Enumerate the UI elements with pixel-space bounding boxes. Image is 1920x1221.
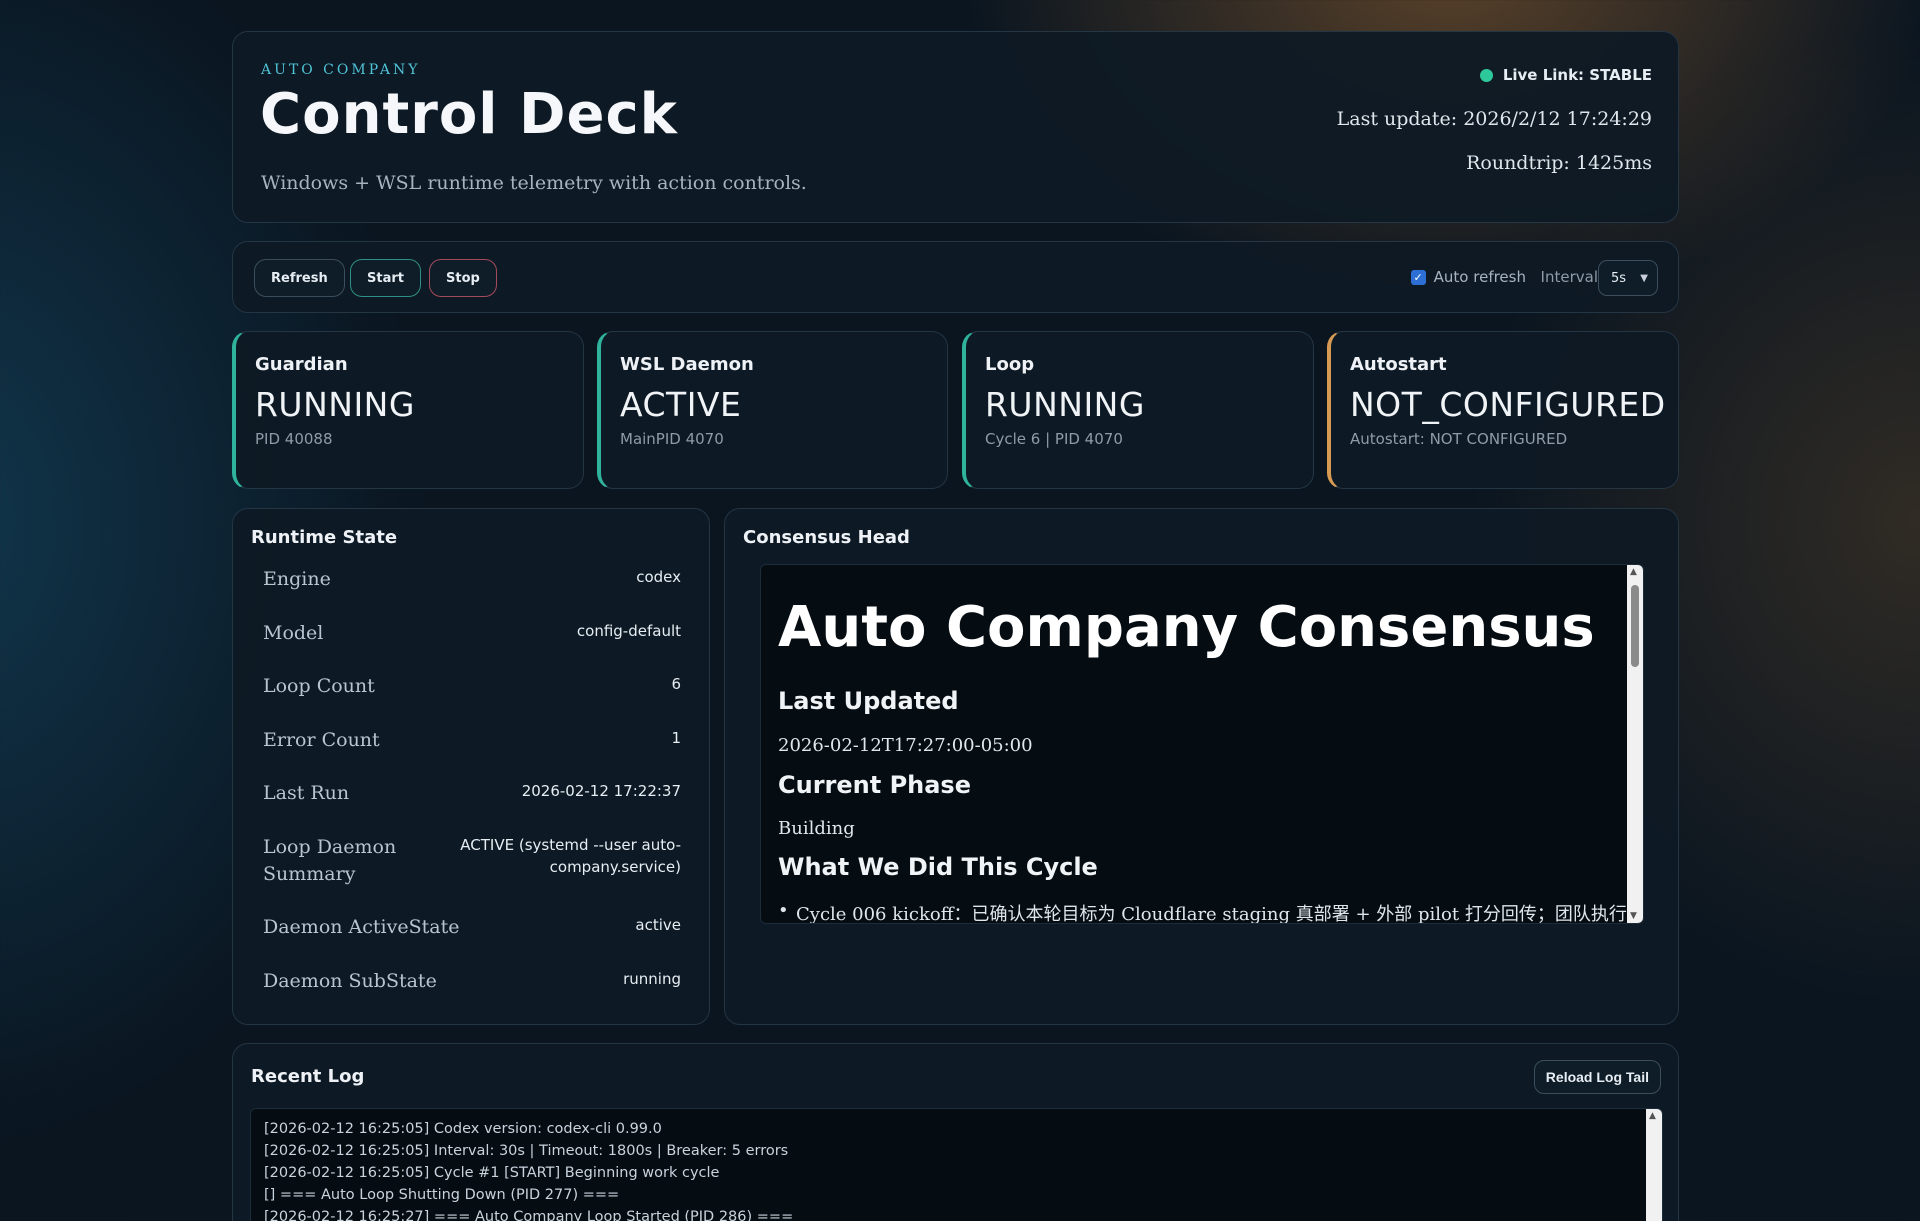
live-link-status: Live Link: STABLE: [1479, 66, 1652, 84]
wsl-daemon-status-card: WSL Daemon ACTIVE MainPID 4070: [597, 331, 948, 489]
start-button[interactable]: Start: [350, 259, 421, 297]
row-label: Engine: [263, 568, 331, 590]
header-panel: AUTO COMPANY Control Deck Windows + WSL …: [232, 31, 1679, 223]
consensus-document-viewer[interactable]: Auto Company Consensus Last Updated 2026…: [760, 564, 1644, 924]
last-updated-value: 2026-02-12T17:27:00-05:00: [778, 735, 1033, 756]
scroll-thumb[interactable]: [1631, 585, 1639, 667]
interval-label: Interval: [1540, 268, 1598, 286]
runtime-row-loop-count: Loop Count 6: [245, 673, 699, 700]
interval-select[interactable]: 5s ▼: [1598, 260, 1658, 296]
interval-value: 5s: [1611, 270, 1627, 286]
consensus-heading: Auto Company Consensus: [778, 595, 1595, 660]
status-dot-icon: [1479, 68, 1493, 82]
auto-refresh-checkbox[interactable]: ✓: [1410, 269, 1426, 285]
page-title: Control Deck: [260, 82, 678, 147]
last-update-text: Last update: 2026/2/12 17:24:29: [1336, 108, 1652, 130]
card-value: ACTIVE: [620, 385, 742, 424]
recent-log-panel: Recent Log Reload Log Tail [2026-02-12 1…: [232, 1043, 1679, 1221]
live-link-label: Live Link: STABLE: [1502, 66, 1652, 84]
panel-title: Recent Log: [251, 1066, 365, 1087]
scroll-up-icon[interactable]: ▲: [1630, 567, 1637, 577]
card-subtext: Cycle 6 | PID 4070: [985, 430, 1123, 448]
row-label: Last Run: [263, 782, 350, 804]
runtime-row-daemon-substate: Daemon SubState running: [245, 968, 699, 995]
stop-button[interactable]: Stop: [429, 259, 497, 297]
reload-log-tail-button[interactable]: Reload Log Tail: [1533, 1060, 1661, 1094]
runtime-state-panel: Runtime State Engine codex Model config-…: [232, 508, 710, 1025]
log-line: [2026-02-12 16:25:27] === Auto Company L…: [264, 1209, 794, 1221]
card-title: Autostart: [1350, 354, 1447, 375]
log-line: [2026-02-12 16:25:05] Codex version: cod…: [264, 1121, 662, 1137]
row-value: 6: [671, 675, 681, 693]
row-label: Loop Daemon Summary: [263, 836, 397, 885]
runtime-row-error-count: Error Count 1: [245, 727, 699, 754]
brand-label: AUTO COMPANY: [261, 62, 421, 78]
row-value: running: [623, 970, 681, 988]
runtime-row-loop-daemon-summary: Loop Daemon Summary ACTIVE (systemd --us…: [245, 834, 699, 888]
card-title: Guardian: [255, 354, 348, 375]
row-label: Model: [263, 622, 324, 644]
row-value: ACTIVE (systemd --user auto-company.serv…: [460, 836, 681, 876]
row-value: active: [635, 916, 681, 934]
row-label: Loop Count: [263, 675, 375, 697]
roundtrip-text: Roundtrip: 1425ms: [1466, 152, 1652, 174]
runtime-row-model: Model config-default: [245, 620, 699, 647]
log-scrollbar[interactable]: ▲: [1646, 1109, 1662, 1221]
consensus-head-panel: Consensus Head Auto Company Consensus La…: [724, 508, 1679, 1025]
cycle-list-item: Cycle 006 kickoff：已确认本轮目标为 Cloudflare st…: [778, 900, 1627, 923]
runtime-row-last-run: Last Run 2026-02-12 17:22:37: [245, 780, 699, 807]
row-value: config-default: [576, 622, 681, 640]
log-line: [2026-02-12 16:25:05] Cycle #1 [START] B…: [264, 1165, 720, 1181]
auto-refresh-label: Auto refresh: [1433, 268, 1526, 286]
card-subtext: Autostart: NOT CONFIGURED: [1350, 430, 1568, 448]
log-line: [2026-02-12 16:25:05] Interval: 30s | Ti…: [264, 1143, 789, 1159]
autostart-status-card: Autostart NOT_CONFIGURED Autostart: NOT …: [1327, 331, 1679, 489]
scroll-down-icon[interactable]: ▼: [1630, 911, 1637, 921]
row-label: Daemon ActiveState: [263, 916, 460, 938]
panel-title: Runtime State: [251, 527, 398, 548]
consensus-scrollbar[interactable]: ▲ ▼: [1627, 565, 1643, 923]
scroll-up-icon[interactable]: ▲: [1649, 1111, 1656, 1121]
card-value: NOT_CONFIGURED: [1350, 385, 1666, 424]
panel-title: Consensus Head: [743, 527, 910, 548]
runtime-row-engine: Engine codex: [245, 566, 699, 593]
page-subtitle: Windows + WSL runtime telemetry with act…: [261, 172, 807, 194]
log-viewer[interactable]: [2026-02-12 16:25:05] Codex version: cod…: [250, 1108, 1663, 1221]
guardian-status-card: Guardian RUNNING PID 40088: [232, 331, 584, 489]
log-line: [] === Auto Loop Shutting Down (PID 277)…: [264, 1187, 620, 1203]
row-value: codex: [636, 568, 681, 586]
row-label: Daemon SubState: [263, 970, 437, 992]
card-subtext: PID 40088: [255, 430, 333, 448]
current-phase-heading: Current Phase: [778, 771, 971, 799]
row-label: Error Count: [263, 729, 380, 751]
cycle-heading: What We Did This Cycle: [778, 853, 1098, 881]
row-value: 1: [671, 729, 681, 747]
refresh-button[interactable]: Refresh: [254, 259, 345, 297]
row-value: 2026-02-12 17:22:37: [521, 782, 681, 800]
card-value: RUNNING: [255, 385, 415, 424]
card-title: WSL Daemon: [620, 354, 754, 375]
current-phase-value: Building: [778, 818, 855, 839]
chevron-down-icon: ▼: [1640, 272, 1648, 284]
card-subtext: MainPID 4070: [620, 430, 724, 448]
card-value: RUNNING: [985, 385, 1145, 424]
loop-status-card: Loop RUNNING Cycle 6 | PID 4070: [962, 331, 1314, 489]
card-title: Loop: [985, 354, 1035, 375]
auto-refresh-toggle[interactable]: ✓ Auto refresh: [1410, 268, 1526, 286]
last-updated-heading: Last Updated: [778, 687, 959, 715]
action-toolbar: Refresh Start Stop ✓ Auto refresh Interv…: [232, 241, 1679, 313]
runtime-row-daemon-activestate: Daemon ActiveState active: [245, 914, 699, 941]
